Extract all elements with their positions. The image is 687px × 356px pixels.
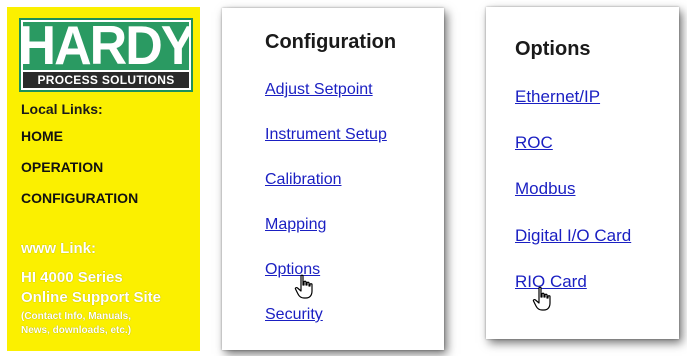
options-title: Options [515,38,591,60]
configuration-menu: Configuration Adjust Setpoint Instrument… [222,8,444,350]
configuration-title: Configuration [265,31,397,53]
hand-pointer-icon [294,274,313,299]
left-nav-panel: HARDY PROCESS SOLUTIONS Local Links: HOM… [7,7,200,351]
hand-pointer-icon [532,286,551,311]
logo-brand-text: HARDY [23,22,189,70]
logo-subtitle: PROCESS SOLUTIONS [23,72,189,88]
menu-item-ethernet-ip[interactable]: Ethernet/IP [515,87,600,107]
nav-link-configuration[interactable]: CONFIGURATION [21,190,138,206]
www-link-label: www Link: [21,240,96,257]
menu-item-mapping[interactable]: Mapping [265,216,326,234]
menu-item-security[interactable]: Security [265,306,323,324]
support-link-note2[interactable]: News, downloads, etc.) [21,325,131,336]
hardy-logo[interactable]: HARDY PROCESS SOLUTIONS [19,18,193,92]
nav-link-operation[interactable]: OPERATION [21,159,103,175]
menu-item-instrument-setup[interactable]: Instrument Setup [265,126,387,144]
menu-item-digital-io-card[interactable]: Digital I/O Card [515,226,631,246]
local-links-heading: Local Links: [21,101,103,117]
support-link-line1[interactable]: HI 4000 Series [21,269,123,286]
menu-item-roc[interactable]: ROC [515,133,553,153]
nav-link-home[interactable]: HOME [21,128,63,144]
menu-item-modbus[interactable]: Modbus [515,179,575,199]
support-link-line2[interactable]: Online Support Site [21,289,161,306]
menu-item-adjust-setpoint[interactable]: Adjust Setpoint [265,81,373,99]
options-menu: Options Ethernet/IP ROC Modbus Digital I… [486,7,679,339]
support-link-note1[interactable]: (Contact Info, Manuals, [21,311,131,322]
menu-item-calibration[interactable]: Calibration [265,171,341,189]
